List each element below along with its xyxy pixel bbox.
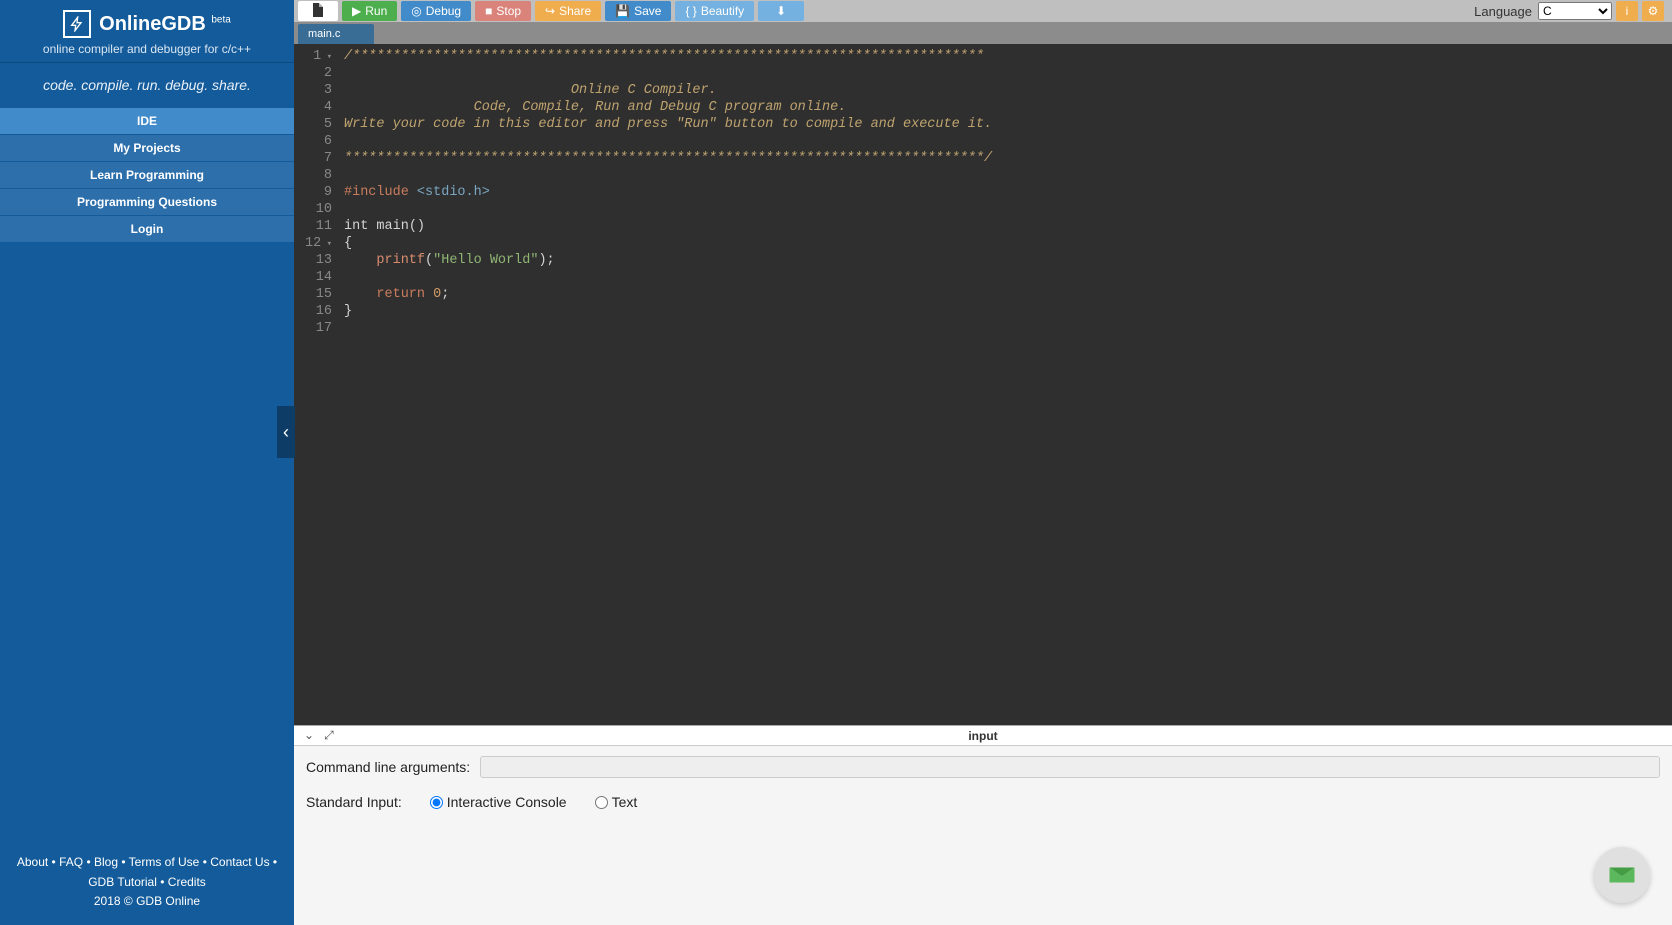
main-area: ▶ Run ◎ Debug ■ Stop ↪ Share 💾 Save { } … [294, 0, 1672, 925]
stdin-interactive-radio[interactable] [430, 796, 443, 809]
envelope-icon [1607, 860, 1637, 890]
save-button[interactable]: 💾 Save [605, 1, 671, 21]
cmd-args-label: Command line arguments: [306, 759, 470, 775]
footer-copyright: 2018 © GDB Online [8, 892, 286, 911]
debug-button[interactable]: ◎ Debug [401, 1, 471, 21]
stop-button[interactable]: ■ Stop [475, 1, 531, 21]
nav-ide[interactable]: IDE [0, 107, 294, 134]
tagline: code. compile. run. debug. share. [0, 62, 294, 107]
nav-login[interactable]: Login [0, 215, 294, 242]
stdin-label: Standard Input: [306, 794, 402, 810]
file-icon [312, 3, 324, 20]
tab-main[interactable]: main.c [298, 24, 374, 44]
panel-header: ⌄ ⤢ input [294, 726, 1672, 746]
input-panel: ⌄ ⤢ input Command line arguments: Standa… [294, 725, 1672, 925]
sidebar-nav: IDE My Projects Learn Programming Progra… [0, 107, 294, 242]
download-icon: ⬇ [776, 4, 786, 18]
sidebar-footer: About • FAQ • Blog • Terms of Use • Cont… [0, 843, 294, 925]
share-button[interactable]: ↪ Share [535, 1, 601, 21]
code-editor[interactable]: 1234567891011121314151617 /*************… [294, 44, 1672, 725]
brand-subtitle: online compiler and debugger for c/c++ [0, 42, 294, 56]
stdin-text-radio[interactable] [595, 796, 608, 809]
logo-icon [63, 10, 91, 38]
footer-contact[interactable]: Contact Us [210, 855, 269, 869]
nav-projects[interactable]: My Projects [0, 134, 294, 161]
expand-icon: ⤢ [324, 728, 334, 742]
toolbar: ▶ Run ◎ Debug ■ Stop ↪ Share 💾 Save { } … [294, 0, 1672, 22]
stdin-interactive-option[interactable]: Interactive Console [430, 794, 567, 810]
download-button[interactable]: ⬇ [758, 1, 804, 21]
code-content[interactable]: /***************************************… [338, 44, 1672, 725]
sidebar-collapse-button[interactable]: ‹ [277, 406, 295, 458]
panel-collapse-button[interactable]: ⌄ [304, 728, 314, 743]
chevron-down-icon: ⌄ [304, 728, 314, 742]
panel-title: input [968, 729, 997, 743]
nav-learn[interactable]: Learn Programming [0, 161, 294, 188]
new-file-button[interactable] [298, 1, 338, 21]
info-button[interactable]: i [1616, 1, 1638, 21]
chevron-left-icon: ‹ [283, 422, 289, 443]
logo-area: OnlineGDB beta online compiler and debug… [0, 0, 294, 62]
footer-tutorial[interactable]: GDB Tutorial [88, 875, 157, 889]
footer-faq[interactable]: FAQ [59, 855, 83, 869]
footer-about[interactable]: About [17, 855, 48, 869]
share-icon: ↪ [545, 4, 555, 18]
save-icon: 💾 [615, 4, 630, 18]
settings-button[interactable]: ⚙ [1642, 1, 1664, 21]
cmd-args-input[interactable] [480, 756, 1660, 778]
brand-name: OnlineGDB beta [99, 13, 231, 36]
target-icon: ◎ [411, 4, 421, 18]
gear-icon: ⚙ [1648, 4, 1659, 18]
footer-credits[interactable]: Credits [168, 875, 206, 889]
braces-icon: { } [685, 4, 696, 18]
beautify-button[interactable]: { } Beautify [675, 1, 754, 21]
line-gutter: 1234567891011121314151617 [294, 44, 338, 725]
footer-blog[interactable]: Blog [94, 855, 118, 869]
language-select[interactable]: C [1538, 2, 1612, 20]
stop-icon: ■ [485, 4, 492, 18]
nav-questions[interactable]: Programming Questions [0, 188, 294, 215]
panel-expand-button[interactable]: ⤢ [324, 728, 334, 743]
sidebar: OnlineGDB beta online compiler and debug… [0, 0, 294, 925]
tab-bar: main.c [294, 22, 1672, 44]
stdin-text-option[interactable]: Text [595, 794, 638, 810]
play-icon: ▶ [352, 4, 361, 18]
chat-button[interactable] [1594, 847, 1650, 903]
info-icon: i [1626, 4, 1629, 18]
footer-terms[interactable]: Terms of Use [129, 855, 200, 869]
language-label: Language [1474, 4, 1532, 19]
run-button[interactable]: ▶ Run [342, 1, 397, 21]
